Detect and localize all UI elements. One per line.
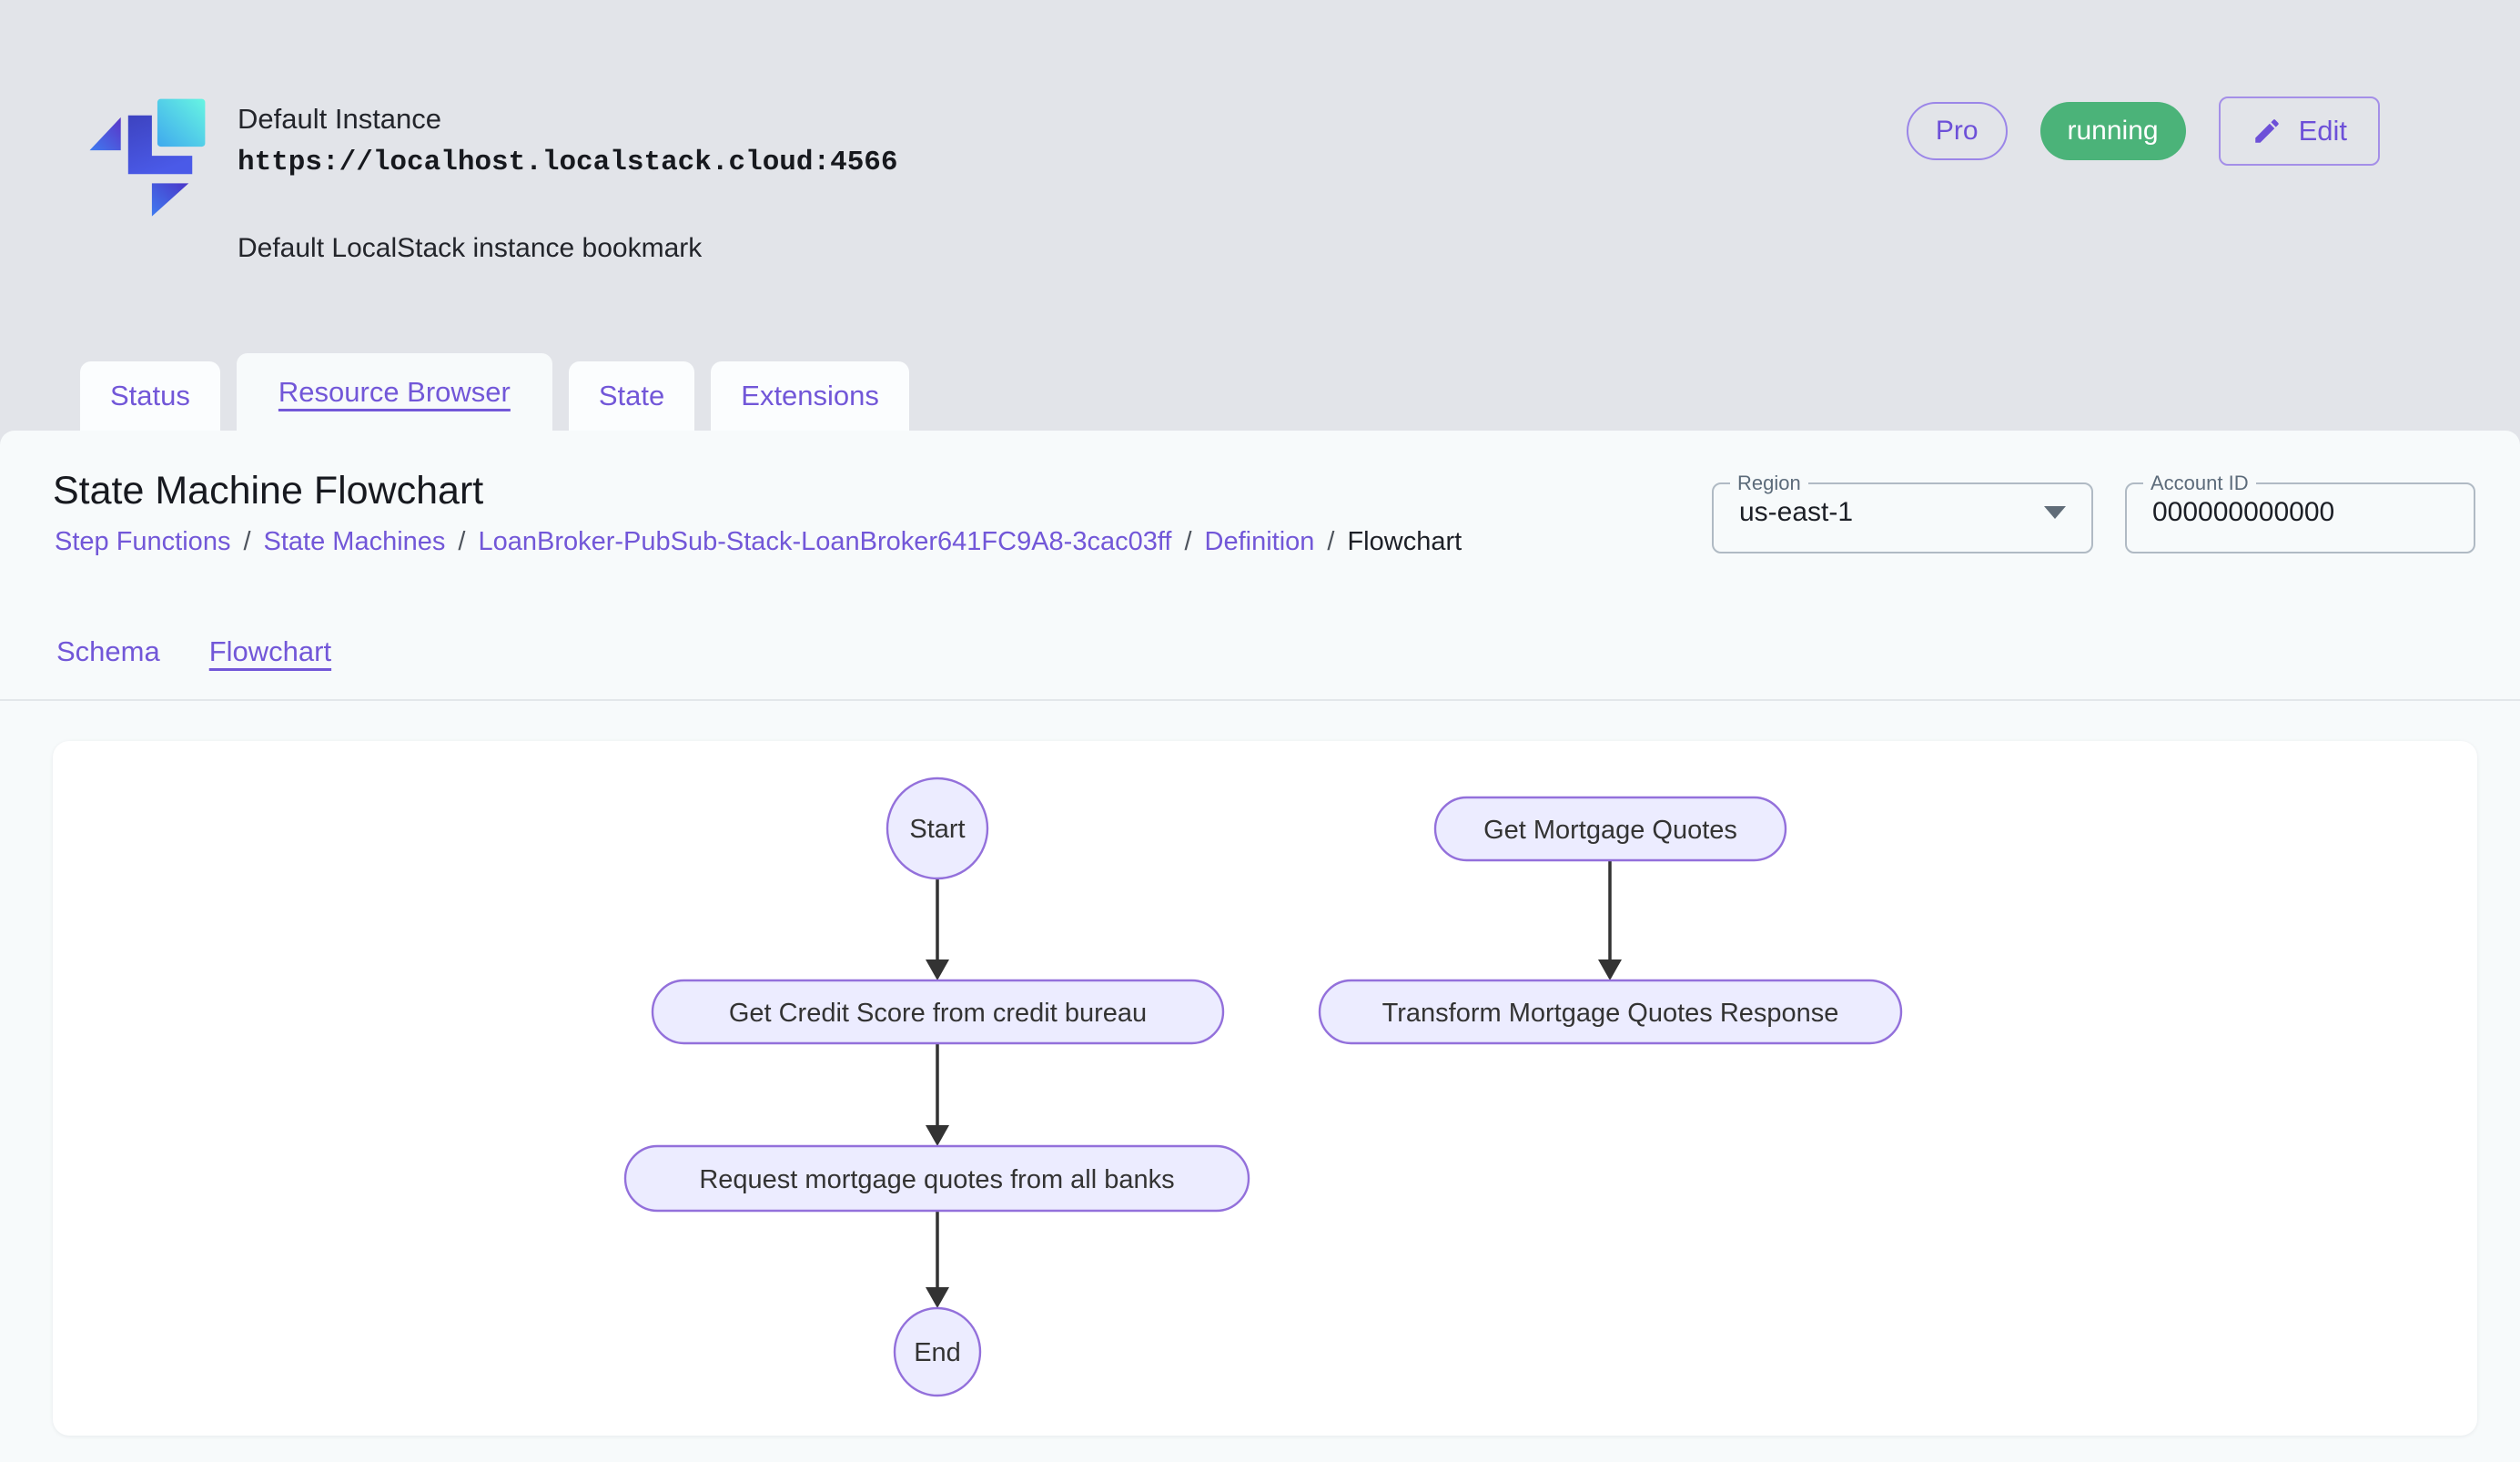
breadcrumb-separator: /: [243, 527, 250, 557]
pencil-icon: [2252, 116, 2282, 147]
node-get-mortgage-quotes-label: Get Mortgage Quotes: [1483, 816, 1737, 845]
dropdown-caret-icon: [2044, 506, 2066, 519]
account-id-field: Account ID: [2125, 472, 2475, 553]
region-value: us-east-1: [1739, 497, 1853, 528]
tab-state[interactable]: State: [569, 361, 694, 431]
account-id-label: Account ID: [2143, 472, 2256, 495]
breadcrumb-step-functions[interactable]: Step Functions: [55, 527, 230, 557]
breadcrumb-separator: /: [1184, 527, 1191, 557]
node-start-label: Start: [909, 815, 965, 844]
node-transform-response-label: Transform Mortgage Quotes Response: [1382, 999, 1839, 1028]
instance-meta: Default Instance https://localhost.local…: [238, 86, 898, 264]
flowchart-edges: [926, 860, 1622, 1308]
tab-extensions[interactable]: Extensions: [711, 361, 909, 431]
breadcrumb: Step Functions / State Machines / LoanBr…: [55, 527, 1462, 557]
node-credit-score-label: Get Credit Score from credit bureau: [729, 999, 1147, 1028]
breadcrumb-separator: /: [1327, 527, 1334, 557]
pro-badge: Pro: [1907, 102, 2008, 160]
definition-subtabs: Schema Flowchart: [56, 635, 331, 674]
tab-status[interactable]: Status: [80, 361, 220, 431]
breadcrumb-definition[interactable]: Definition: [1205, 527, 1315, 557]
tab-resource-browser[interactable]: Resource Browser: [237, 353, 552, 431]
instance-description: Default LocalStack instance bookmark: [238, 233, 898, 264]
panel-divider: [0, 699, 2520, 701]
resource-browser-panel: State Machine Flowchart Step Functions /…: [0, 431, 2520, 1462]
node-request-quotes-label: Request mortgage quotes from all banks: [699, 1165, 1174, 1194]
instance-name: Default Instance: [238, 103, 898, 136]
region-select[interactable]: Region us-east-1: [1712, 472, 2093, 553]
header-actions: Pro running Edit: [1907, 91, 2380, 171]
breadcrumb-state-machines[interactable]: State Machines: [264, 527, 446, 557]
localstack-app-window: Default Instance https://localhost.local…: [0, 0, 2520, 1462]
subtab-flowchart[interactable]: Flowchart: [209, 635, 331, 674]
state-machine-flowchart: Start Get Credit Score from credit burea…: [53, 741, 2477, 1436]
instance-header: Default Instance https://localhost.local…: [80, 86, 898, 264]
main-tabs: Status Resource Browser State Extensions: [80, 353, 909, 431]
region-label: Region: [1730, 472, 1808, 495]
status-badge: running: [2040, 102, 2186, 160]
breadcrumb-state-machine-id[interactable]: LoanBroker-PubSub-Stack-LoanBroker641FC9…: [478, 527, 1171, 557]
instance-url: https://localhost.localstack.cloud:4566: [238, 147, 898, 178]
edit-button[interactable]: Edit: [2219, 96, 2380, 166]
flowchart-card: Start Get Credit Score from credit burea…: [53, 741, 2477, 1436]
account-id-input[interactable]: [2127, 495, 2427, 528]
page-title: State Machine Flowchart: [53, 469, 483, 513]
breadcrumb-current: Flowchart: [1347, 527, 1462, 557]
localstack-logo-icon: [80, 86, 212, 218]
breadcrumb-separator: /: [458, 527, 465, 557]
edit-button-label: Edit: [2299, 115, 2347, 147]
subtab-schema[interactable]: Schema: [56, 635, 160, 674]
node-end-label: End: [914, 1338, 961, 1367]
